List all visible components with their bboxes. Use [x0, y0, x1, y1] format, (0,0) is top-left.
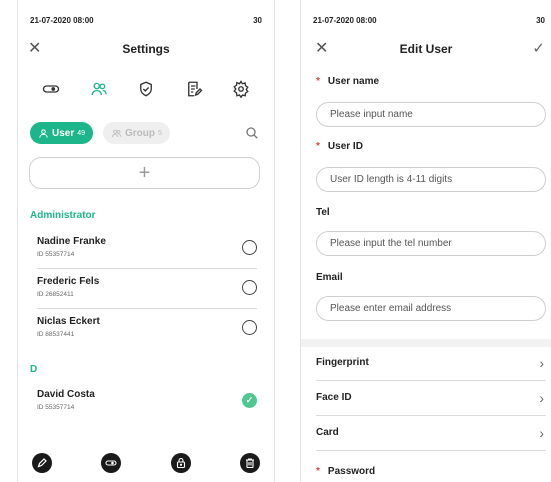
- page-title: Settings: [122, 42, 170, 56]
- tab-user[interactable]: User 49: [30, 122, 94, 144]
- chevron-right-icon: ›: [539, 425, 544, 441]
- list-item[interactable]: Niclas Eckert ID 88537441: [37, 316, 257, 356]
- select-radio[interactable]: [242, 320, 257, 335]
- shield-check-icon[interactable]: [135, 78, 157, 100]
- user-id: ID 55357714: [37, 404, 75, 411]
- list-item[interactable]: Frederic Fels ID 26852411: [37, 276, 257, 316]
- user-name: Frederic Fels: [37, 276, 100, 287]
- user-id: ID 55357714: [37, 251, 75, 258]
- divider: [37, 268, 257, 269]
- face-id-label: Face ID: [316, 392, 352, 403]
- email-input[interactable]: Please enter email address: [316, 296, 546, 321]
- users-icon[interactable]: [88, 78, 110, 100]
- user-group-tabs: User 49 Group 5: [30, 122, 262, 144]
- nav-bar: ✕ Edit User ✓: [301, 38, 551, 60]
- user-name-label-text: User name: [327, 76, 380, 87]
- status-time: 21-07-2020 08:00: [313, 16, 377, 25]
- nav-bar: ✕ Settings: [18, 38, 274, 60]
- select-radio[interactable]: [242, 240, 257, 255]
- menu-item-fingerprint[interactable]: Fingerprint ›: [316, 347, 546, 381]
- required-mark: *: [316, 141, 320, 152]
- section-gap: [301, 339, 551, 347]
- chevron-right-icon: ›: [539, 390, 544, 406]
- bottom-action-bar: [30, 453, 262, 475]
- email-label: Email: [316, 272, 343, 283]
- divider: [37, 308, 257, 309]
- list-item[interactable]: David Costa ID 55357714 ✓: [37, 389, 257, 429]
- user-name: David Costa: [37, 389, 95, 400]
- settings-screen: 21-07-2020 08:00 30 ✕ Settings User 49 G…: [17, 0, 275, 482]
- section-header-administrator: Administrator: [30, 210, 96, 221]
- password-label: * Password: [316, 466, 375, 477]
- select-radio[interactable]: [242, 280, 257, 295]
- status-battery: 30: [536, 16, 545, 25]
- plus-icon: +: [138, 162, 151, 184]
- trash-icon[interactable]: [239, 453, 260, 473]
- menu-item-card[interactable]: Card ›: [316, 417, 546, 451]
- confirm-check-icon[interactable]: ✓: [532, 39, 545, 59]
- user-name: Nadine Franke: [37, 236, 106, 247]
- user-icon: [39, 128, 48, 138]
- user-name: Niclas Eckert: [37, 316, 100, 327]
- user-id-input[interactable]: User ID length is 4-11 digits: [316, 167, 546, 192]
- settings-toolbar: [28, 78, 264, 102]
- user-name-label: * User name: [316, 76, 379, 87]
- users-icon: [111, 129, 122, 137]
- lock-icon[interactable]: [170, 453, 191, 473]
- key-icon[interactable]: [40, 78, 62, 100]
- status-time: 21-07-2020 08:00: [30, 16, 94, 25]
- password-label-text: Password: [327, 466, 376, 477]
- search-icon[interactable]: [244, 125, 260, 141]
- selected-check-icon[interactable]: ✓: [242, 393, 257, 408]
- section-header-d: D: [30, 364, 38, 375]
- menu-item-face-id[interactable]: Face ID ›: [316, 382, 546, 416]
- required-mark: *: [316, 466, 320, 477]
- tab-user-label: User: [52, 127, 75, 139]
- required-mark: *: [316, 76, 320, 87]
- tab-group-label: Group: [125, 127, 155, 139]
- tab-group-count: 5: [158, 129, 162, 137]
- edit-user-screen: 21-07-2020 08:00 30 ✕ Edit User ✓ * User …: [300, 0, 551, 482]
- user-name-input[interactable]: Please input name: [316, 102, 546, 127]
- card-label: Card: [316, 427, 339, 438]
- tel-input[interactable]: Please input the tel number: [316, 231, 546, 256]
- edit-icon[interactable]: [32, 453, 52, 473]
- user-id-label: * User ID: [316, 141, 363, 152]
- user-id: ID 88537441: [37, 331, 75, 338]
- chevron-right-icon: ›: [539, 355, 544, 371]
- status-battery: 30: [253, 16, 262, 25]
- user-id-label-text: User ID: [327, 141, 363, 152]
- log-edit-icon[interactable]: [183, 78, 205, 100]
- page-title: Edit User: [399, 42, 453, 56]
- fingerprint-label: Fingerprint: [316, 357, 369, 368]
- user-id: ID 26852411: [37, 291, 74, 298]
- tab-user-count: 49: [77, 129, 86, 137]
- tel-label: Tel: [316, 207, 330, 218]
- key-icon[interactable]: [101, 453, 122, 473]
- gear-icon[interactable]: [230, 78, 252, 100]
- tab-group[interactable]: Group 5: [103, 122, 170, 144]
- list-item[interactable]: Nadine Franke ID 55357714: [37, 236, 257, 276]
- add-user-button[interactable]: +: [29, 157, 260, 189]
